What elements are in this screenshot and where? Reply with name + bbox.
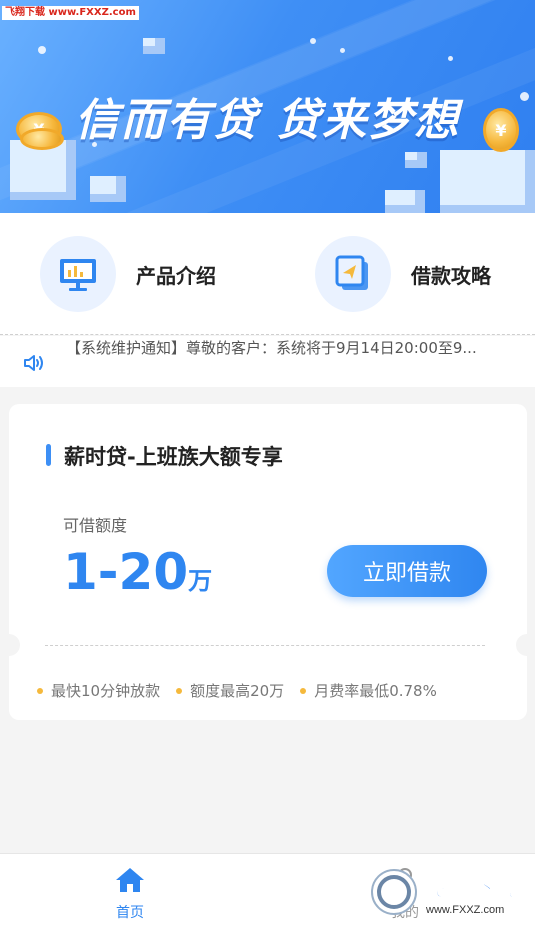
nav-home-label: 首页 bbox=[116, 905, 144, 921]
hero-banner[interactable]: ¥ ¥ 信而有贷 贷来梦想 飞翔下载 www.FXXZ.com bbox=[0, 0, 535, 213]
feature-item: 最快10分钟放款 bbox=[37, 680, 160, 701]
apply-loan-button[interactable]: 立即借款 bbox=[327, 545, 487, 597]
nav-home[interactable]: 首页 bbox=[90, 866, 170, 922]
guide-arrow-icon bbox=[315, 236, 391, 312]
bullet-icon bbox=[300, 687, 307, 694]
card-notch bbox=[516, 634, 535, 656]
brand-logo: 飞翔下载 www.FXXZ.com bbox=[370, 866, 530, 918]
notice-bar[interactable]: 【系统维护通知】尊敬的客户：系统将于9月14日20:00至9... bbox=[0, 336, 535, 387]
product-title: 薪时贷-上班族大额专享 bbox=[64, 445, 283, 469]
banner-title: 信而有贷 贷来梦想 bbox=[74, 95, 461, 146]
bullet-icon bbox=[37, 687, 43, 694]
product-intro-label: 产品介绍 bbox=[136, 263, 216, 288]
home-icon bbox=[114, 868, 146, 898]
decor-cube bbox=[143, 38, 165, 54]
section-divider bbox=[0, 334, 535, 335]
card-notch bbox=[0, 634, 20, 656]
title-accent-bar bbox=[46, 444, 51, 466]
feature-item: 额度最高20万 bbox=[176, 680, 284, 701]
bullet-icon bbox=[176, 687, 183, 694]
feature-list: 最快10分钟放款 额度最高20万 月费率最低0.78% bbox=[37, 680, 453, 701]
decor-cube bbox=[405, 152, 427, 168]
quota-amount: 1-20万 bbox=[63, 542, 212, 602]
feature-item: 月费率最低0.78% bbox=[300, 680, 437, 701]
speaker-icon bbox=[22, 352, 46, 378]
loan-guide-entry[interactable]: 借款攻略 bbox=[315, 235, 491, 313]
loan-guide-label: 借款攻略 bbox=[411, 263, 491, 288]
product-card[interactable]: 薪时贷-上班族大额专享 可借额度 1-20万 立即借款 最快10分钟放款 额度最… bbox=[0, 404, 535, 720]
quick-entry-panel: 产品介绍 借款攻略 bbox=[0, 213, 535, 335]
decor-cube bbox=[385, 190, 425, 213]
quota-label: 可借额度 bbox=[63, 516, 128, 535]
decor-cube bbox=[90, 176, 126, 202]
watermark-label: 飞翔下载 www.FXXZ.com bbox=[2, 6, 139, 20]
quota-value: 1-20 bbox=[63, 543, 189, 601]
product-intro-entry[interactable]: 产品介绍 bbox=[40, 235, 216, 313]
card-divider bbox=[45, 645, 485, 646]
svg-text:飞翔下载: 飞翔下载 bbox=[420, 875, 520, 902]
notice-text: 【系统维护通知】尊敬的客户：系统将于9月14日20:00至9... bbox=[66, 339, 477, 357]
svg-text:www.FXXZ.com: www.FXXZ.com bbox=[425, 904, 504, 916]
presentation-chart-icon bbox=[40, 236, 116, 312]
quota-unit: 万 bbox=[188, 567, 213, 595]
decor-cube bbox=[440, 150, 535, 213]
